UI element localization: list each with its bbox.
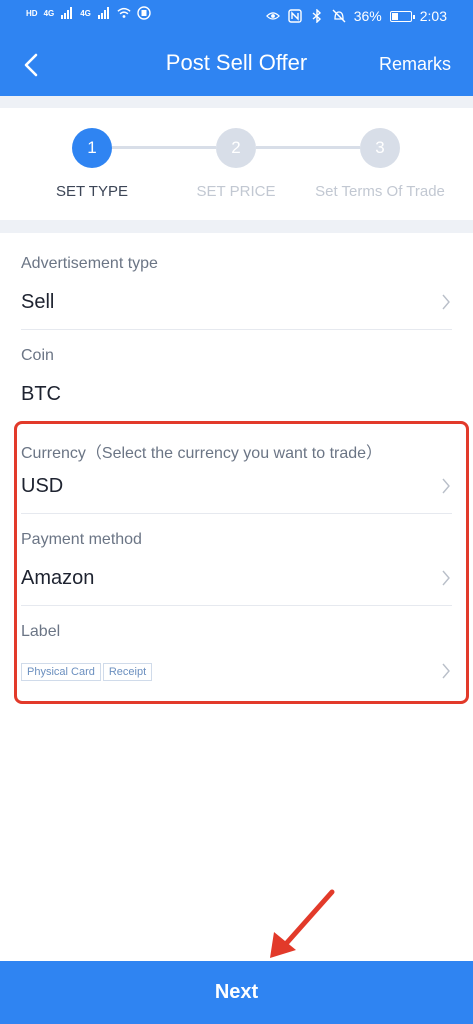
stepper: 1 2 3 SET TYPE SET PRICE Set Terms Of Tr…: [0, 108, 473, 220]
currency-label: Currency（Select the currency you want to…: [21, 445, 383, 462]
signal-type-2: 4G: [80, 8, 91, 18]
next-button[interactable]: Next: [0, 961, 473, 1024]
ad-type-value: Sell: [21, 291, 55, 313]
status-left: HD 4G 4G: [26, 6, 151, 20]
battery-percent: 36%: [353, 8, 382, 24]
mute-icon: [332, 9, 346, 23]
nfc-icon: [288, 9, 302, 23]
chevron-right-icon: [442, 294, 450, 310]
network-type-1: HD: [26, 8, 38, 18]
chevron-right-icon: [442, 478, 450, 494]
signal-icon: [97, 7, 109, 19]
tag-receipt: Receipt: [102, 663, 153, 681]
annotation-arrow-icon: [270, 889, 335, 958]
step-connector: [256, 146, 360, 149]
step-3-circle: 3: [360, 128, 400, 168]
currency-value: USD: [21, 475, 64, 497]
step-2-circle: 2: [216, 128, 256, 168]
step-connector: [112, 146, 216, 149]
status-right: 36% 2:03: [265, 8, 447, 24]
battery-icon: [389, 10, 415, 22]
status-time: 2:03: [419, 8, 447, 24]
step-3-label: Set Terms Of Trade: [315, 183, 445, 200]
payment-method-value: Amazon: [21, 567, 95, 589]
wifi-icon: [117, 7, 131, 18]
eye-icon: [265, 12, 280, 20]
status-bar: HD 4G 4G 36% 2:03: [0, 0, 473, 34]
bluetooth-icon: [312, 9, 321, 23]
divider: [21, 329, 452, 330]
divider: [21, 513, 452, 514]
section-spacer: [0, 220, 473, 233]
app-notification-icon: [137, 6, 151, 20]
nav-bar: Post Sell Offer Remarks: [0, 34, 473, 96]
label-label: Label: [21, 623, 61, 640]
battery-fill: [391, 12, 398, 20]
ad-type-label: Advertisement type: [21, 255, 158, 272]
coin-value: BTC: [21, 383, 61, 405]
signal-icon: [61, 7, 73, 19]
payment-method-label: Payment method: [21, 531, 142, 548]
signal-type-1: 4G: [43, 8, 55, 18]
chevron-right-icon: [442, 663, 450, 679]
section-spacer: [0, 96, 473, 108]
remarks-button[interactable]: Remarks: [379, 54, 451, 75]
divider: [21, 605, 452, 606]
step-1-circle: 1: [72, 128, 112, 168]
coin-label: Coin: [21, 347, 54, 364]
chevron-right-icon: [442, 570, 450, 586]
tag-physical-card: Physical Card: [21, 663, 101, 681]
